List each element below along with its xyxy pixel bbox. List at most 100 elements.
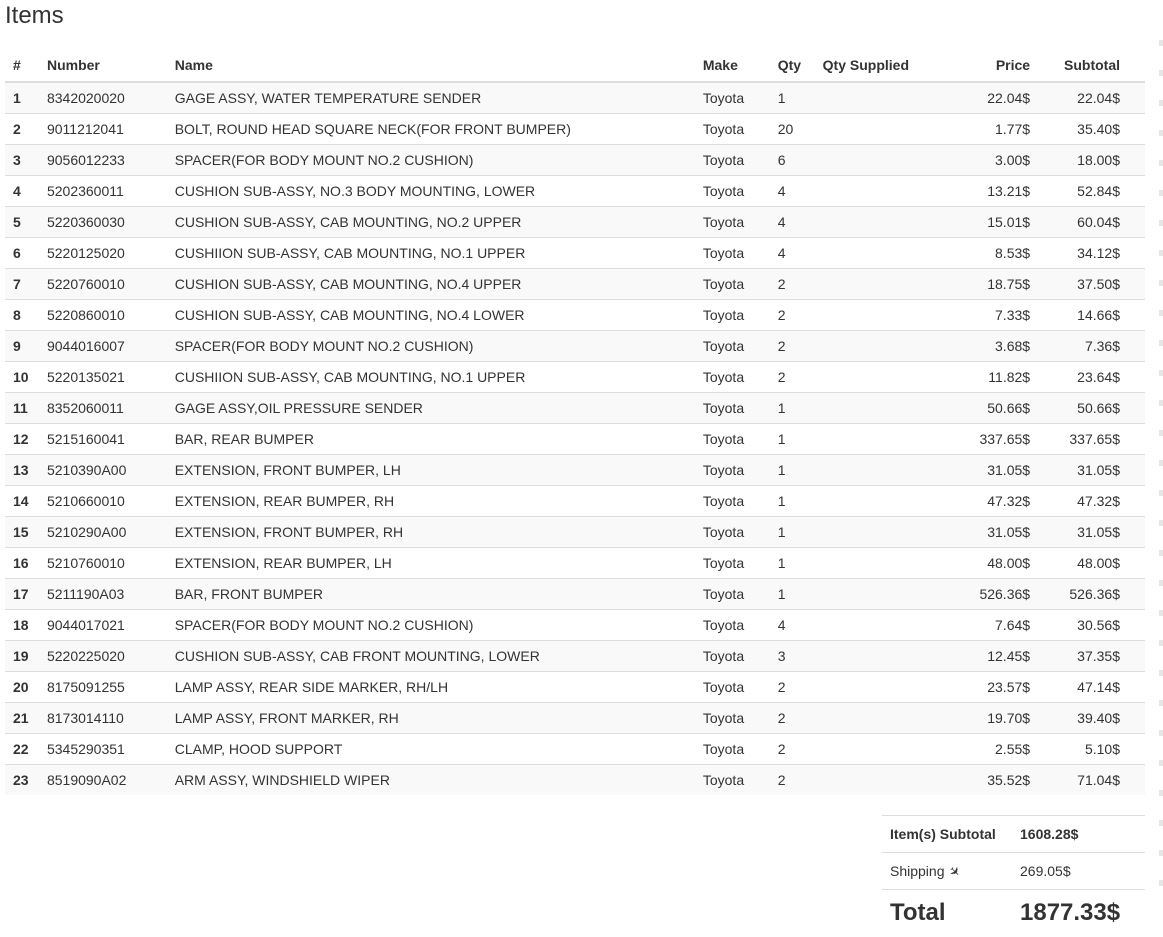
qty-cell: 2 bbox=[769, 268, 815, 300]
table-header-row: # Number Name Make Qty Qty Supplied Pric… bbox=[5, 49, 1145, 83]
row-index-cell: 20 bbox=[5, 671, 39, 703]
make-cell: Toyota bbox=[694, 485, 770, 517]
row-index-cell: 2 bbox=[5, 113, 39, 145]
items-table: # Number Name Make Qty Qty Supplied Pric… bbox=[5, 49, 1145, 795]
make-cell: Toyota bbox=[694, 578, 770, 610]
row-index-cell: 21 bbox=[5, 702, 39, 734]
table-row: 21 8173014110 LAMP ASSY, FRONT MARKER, RH T… bbox=[5, 702, 1145, 734]
subtotal-cell: 31.05$ bbox=[1038, 454, 1145, 486]
row-index-cell: 23 bbox=[5, 764, 39, 795]
subtotal-cell: 37.50$ bbox=[1038, 268, 1145, 300]
row-index-cell: 15 bbox=[5, 516, 39, 548]
subtotal-cell: 23.64$ bbox=[1038, 361, 1145, 393]
qty-supplied-cell bbox=[814, 237, 951, 269]
table-row: 7 5220760010 CUSHION SUB-ASSY, CAB MOUNTIN… bbox=[5, 268, 1145, 300]
row-index-cell: 12 bbox=[5, 423, 39, 455]
row-index-cell: 10 bbox=[5, 361, 39, 393]
make-cell: Toyota bbox=[694, 361, 770, 393]
price-cell: 7.33$ bbox=[950, 299, 1039, 331]
subtotal-cell: 37.35$ bbox=[1038, 640, 1145, 672]
row-index-cell: 16 bbox=[5, 547, 39, 579]
part-name-cell: SPACER(FOR BODY MOUNT NO.2 CUSHION) bbox=[166, 330, 695, 362]
part-name-cell: CUSHIION SUB-ASSY, CAB MOUNTING, NO.1 UP… bbox=[166, 237, 695, 269]
make-cell: Toyota bbox=[694, 113, 770, 145]
subtotal-cell: 30.56$ bbox=[1038, 609, 1145, 641]
price-cell: 22.04$ bbox=[950, 81, 1039, 114]
price-cell: 8.53$ bbox=[950, 237, 1039, 269]
totals-table: Item(s) Subtotal 1608.28$ Shipping✈ 269.… bbox=[882, 815, 1145, 936]
row-index-cell: 3 bbox=[5, 144, 39, 176]
table-row: 18 9044017021 SPACER(FOR BODY MOUNT NO.2 C… bbox=[5, 609, 1145, 641]
qty-cell: 2 bbox=[769, 299, 815, 331]
price-cell: 3.00$ bbox=[950, 144, 1039, 176]
qty-supplied-cell bbox=[814, 733, 951, 765]
part-number-cell: 5210760010 bbox=[38, 547, 167, 579]
qty-cell: 4 bbox=[769, 206, 815, 238]
row-index-cell: 18 bbox=[5, 609, 39, 641]
table-row: 13 5210390A00 EXTENSION, FRONT BUMPER, LH T… bbox=[5, 454, 1145, 486]
table-row: 4 5202360011 CUSHION SUB-ASSY, NO.3 BODY M… bbox=[5, 175, 1145, 207]
subtotal-cell: 50.66$ bbox=[1038, 392, 1145, 424]
items-table-body: 1 8342020020 GAGE ASSY, WATER TEMPERATURE … bbox=[5, 81, 1145, 795]
table-row: 12 5215160041 BAR, REAR BUMPER Toyota 1 337.6… bbox=[5, 423, 1145, 455]
make-cell: Toyota bbox=[694, 454, 770, 486]
table-row: 10 5220135021 CUSHIION SUB-ASSY, CAB MOUNT… bbox=[5, 361, 1145, 393]
qty-supplied-cell bbox=[814, 144, 951, 176]
qty-supplied-cell bbox=[814, 547, 951, 579]
row-index-cell: 1 bbox=[5, 81, 39, 114]
col-name-header: Name bbox=[166, 49, 695, 83]
part-name-cell: BAR, FRONT BUMPER bbox=[166, 578, 695, 610]
plane-icon: ✈ bbox=[945, 861, 964, 881]
col-price-header: Price bbox=[950, 49, 1039, 83]
part-number-cell: 9011212041 bbox=[38, 113, 167, 145]
price-cell: 3.68$ bbox=[950, 330, 1039, 362]
qty-supplied-cell bbox=[814, 764, 951, 795]
subtotal-row: Item(s) Subtotal 1608.28$ bbox=[882, 815, 1145, 853]
qty-cell: 2 bbox=[769, 330, 815, 362]
qty-supplied-cell bbox=[814, 516, 951, 548]
make-cell: Toyota bbox=[694, 733, 770, 765]
make-cell: Toyota bbox=[694, 144, 770, 176]
qty-supplied-cell bbox=[814, 206, 951, 238]
qty-supplied-cell bbox=[814, 81, 951, 114]
make-cell: Toyota bbox=[694, 299, 770, 331]
price-cell: 48.00$ bbox=[950, 547, 1039, 579]
part-name-cell: GAGE ASSY, WATER TEMPERATURE SENDER bbox=[166, 81, 695, 114]
row-index-cell: 19 bbox=[5, 640, 39, 672]
qty-supplied-cell bbox=[814, 361, 951, 393]
part-number-cell: 5202360011 bbox=[38, 175, 167, 207]
row-index-cell: 13 bbox=[5, 454, 39, 486]
part-number-cell: 5210290A00 bbox=[38, 516, 167, 548]
price-cell: 337.65$ bbox=[950, 423, 1039, 455]
part-number-cell: 8519090A02 bbox=[38, 764, 167, 795]
price-cell: 50.66$ bbox=[950, 392, 1039, 424]
part-name-cell: CUSHION SUB-ASSY, CAB FRONT MOUNTING, LO… bbox=[166, 640, 695, 672]
part-number-cell: 5211190A03 bbox=[38, 578, 167, 610]
subtotal-cell: 34.12$ bbox=[1038, 237, 1145, 269]
part-name-cell: CLAMP, HOOD SUPPORT bbox=[166, 733, 695, 765]
subtotal-cell: 18.00$ bbox=[1038, 144, 1145, 176]
make-cell: Toyota bbox=[694, 547, 770, 579]
subtotal-cell: 35.40$ bbox=[1038, 113, 1145, 145]
part-number-cell: 5220125020 bbox=[38, 237, 167, 269]
price-cell: 2.55$ bbox=[950, 733, 1039, 765]
price-cell: 12.45$ bbox=[950, 640, 1039, 672]
subtotal-cell: 48.00$ bbox=[1038, 547, 1145, 579]
part-name-cell: CUSHIION SUB-ASSY, CAB MOUNTING, NO.1 UP… bbox=[166, 361, 695, 393]
subtotal-value: 1608.28$ bbox=[1012, 815, 1145, 853]
part-number-cell: 5220360030 bbox=[38, 206, 167, 238]
qty-cell: 2 bbox=[769, 361, 815, 393]
table-row: 6 5220125020 CUSHIION SUB-ASSY, CAB MOUNTI… bbox=[5, 237, 1145, 269]
shipping-row: Shipping✈ 269.05$ bbox=[882, 852, 1145, 890]
make-cell: Toyota bbox=[694, 516, 770, 548]
table-row: 8 5220860010 CUSHION SUB-ASSY, CAB MOUNTIN… bbox=[5, 299, 1145, 331]
col-number-header: Number bbox=[38, 49, 167, 83]
subtotal-cell: 60.04$ bbox=[1038, 206, 1145, 238]
table-row: 3 9056012233 SPACER(FOR BODY MOUNT NO.2 CU… bbox=[5, 144, 1145, 176]
table-row: 16 5210760010 EXTENSION, REAR BUMPER, LH To… bbox=[5, 547, 1145, 579]
price-cell: 15.01$ bbox=[950, 206, 1039, 238]
part-number-cell: 5220860010 bbox=[38, 299, 167, 331]
row-index-cell: 8 bbox=[5, 299, 39, 331]
part-name-cell: BAR, REAR BUMPER bbox=[166, 423, 695, 455]
row-index-cell: 14 bbox=[5, 485, 39, 517]
